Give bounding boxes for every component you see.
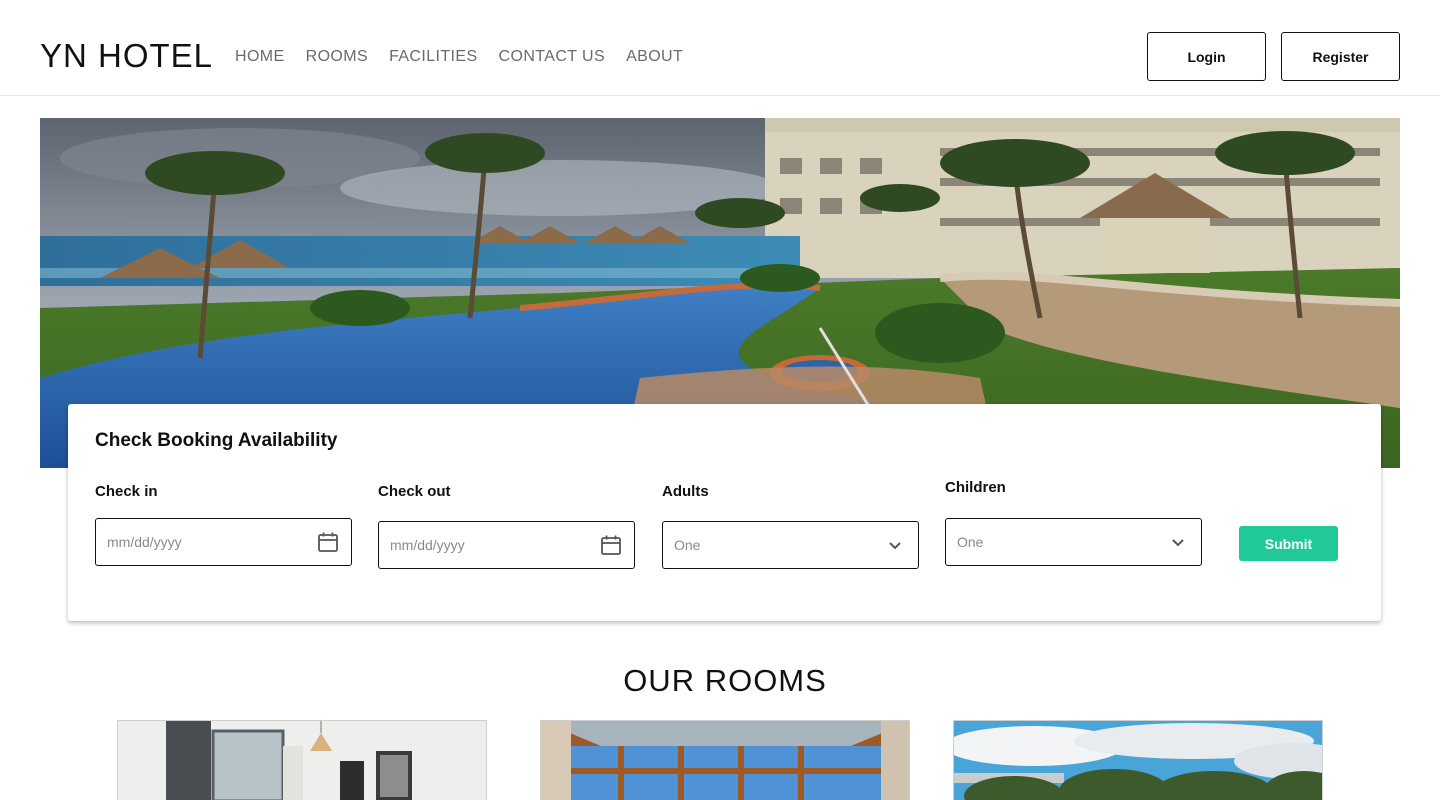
- chevron-down-icon: [889, 542, 901, 550]
- register-button[interactable]: Register: [1281, 32, 1400, 81]
- checkout-label: Check out: [378, 483, 451, 500]
- nav-facilities[interactable]: FACILITIES: [389, 46, 477, 68]
- room-card-image[interactable]: [540, 720, 910, 800]
- room-card-image[interactable]: [117, 720, 487, 800]
- nav-rooms[interactable]: ROOMS: [306, 46, 368, 68]
- checkin-placeholder: mm/dd/yyyy: [107, 534, 182, 550]
- room-photo-bedroom: [118, 721, 486, 800]
- chevron-down-icon: [1172, 539, 1184, 547]
- main-nav: HOME ROOMS FACILITIES CONTACT US ABOUT: [235, 46, 683, 68]
- room-photo-sunroom: [541, 721, 909, 800]
- adults-value: One: [674, 537, 701, 553]
- adults-label: Adults: [662, 483, 709, 500]
- children-label: Children: [945, 479, 1006, 496]
- site-header: YN HOTEL HOME ROOMS FACILITIES CONTACT U…: [0, 0, 1440, 96]
- nav-contact-us[interactable]: CONTACT US: [499, 46, 606, 68]
- room-photo-exterior: [954, 721, 1322, 800]
- calendar-icon[interactable]: [317, 531, 339, 553]
- room-card-image[interactable]: [953, 720, 1323, 800]
- nav-about[interactable]: ABOUT: [626, 46, 683, 68]
- site-logo[interactable]: YN HOTEL: [40, 36, 213, 76]
- children-select[interactable]: One: [945, 518, 1202, 566]
- checkout-input[interactable]: mm/dd/yyyy: [378, 521, 635, 569]
- login-button[interactable]: Login: [1147, 32, 1266, 81]
- children-value: One: [957, 534, 984, 550]
- booking-card: Check Booking Availability Check in mm/d…: [68, 404, 1381, 621]
- adults-select[interactable]: One: [662, 521, 919, 569]
- checkin-input[interactable]: mm/dd/yyyy: [95, 518, 352, 566]
- checkout-placeholder: mm/dd/yyyy: [390, 537, 465, 553]
- checkin-label: Check in: [95, 483, 158, 500]
- calendar-icon[interactable]: [600, 534, 622, 556]
- booking-title: Check Booking Availability: [95, 430, 338, 451]
- our-rooms-title: OUR ROOMS: [623, 663, 827, 698]
- nav-home[interactable]: HOME: [235, 46, 285, 68]
- submit-button[interactable]: Submit: [1239, 526, 1338, 561]
